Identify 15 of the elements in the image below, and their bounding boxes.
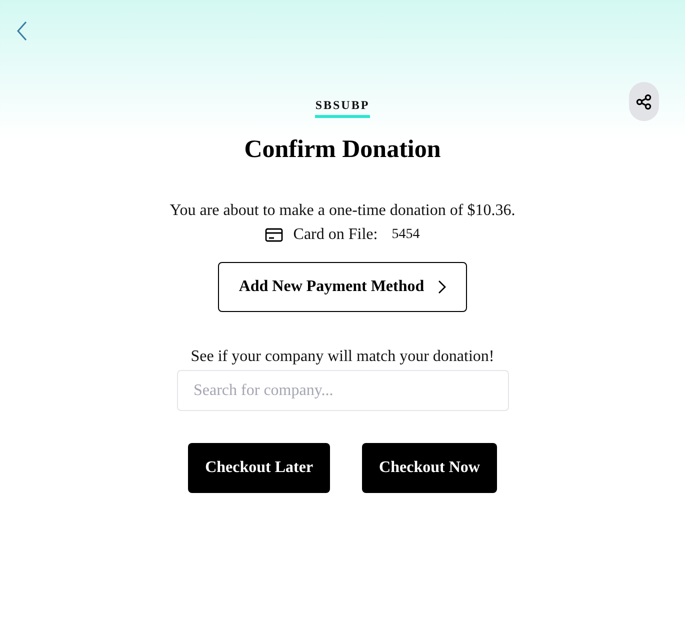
donation-summary: You are about to make a one-time donation of $10.36. <box>170 201 516 221</box>
back-icon <box>16 21 28 41</box>
card-label: Card on File: <box>293 225 378 245</box>
add-payment-method-button[interactable]: Add New Payment Method <box>218 262 467 312</box>
share-icon <box>636 94 652 110</box>
credit-card-icon <box>265 228 284 242</box>
company-search-field[interactable]: Search for company... <box>176 370 508 411</box>
card-last-digits: 5454 <box>392 226 420 244</box>
organization-code: SBSUBP <box>315 98 370 118</box>
checkout-button[interactable]: Checkout Now <box>362 443 497 493</box>
checkout-button[interactable]: Checkout Later <box>188 443 330 493</box>
share-button[interactable] <box>629 82 659 121</box>
page-title: Confirm Donation <box>244 135 441 165</box>
chevron-right-icon <box>438 280 446 294</box>
match-prompt: See if your company will match your donation! <box>190 347 494 367</box>
